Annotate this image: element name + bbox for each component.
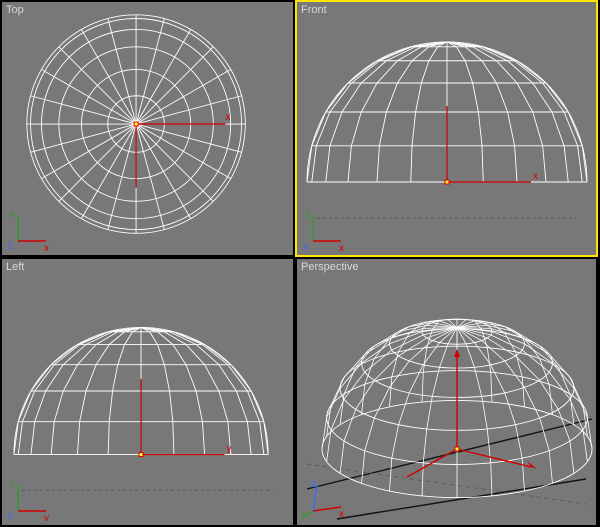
viewport-front[interactable]: Front x zxy	[296, 1, 597, 256]
viewport-left[interactable]: Left y zyx	[1, 258, 294, 526]
viewport-canvas-perspective	[297, 259, 596, 525]
svg-text:y: y	[226, 444, 231, 455]
viewport-top[interactable]: Top x yxz	[1, 1, 294, 256]
viewport-perspective[interactable]: Perspective zxy	[296, 258, 597, 526]
viewport-canvas-left: y	[2, 259, 293, 525]
svg-text:x: x	[533, 171, 538, 182]
viewport-canvas-top: x	[2, 2, 293, 255]
viewport-canvas-front: x	[297, 2, 596, 255]
viewport-grid: Top x yxz Front x zxy Left y zyx Perspec…	[0, 0, 600, 527]
svg-text:x: x	[225, 112, 230, 123]
